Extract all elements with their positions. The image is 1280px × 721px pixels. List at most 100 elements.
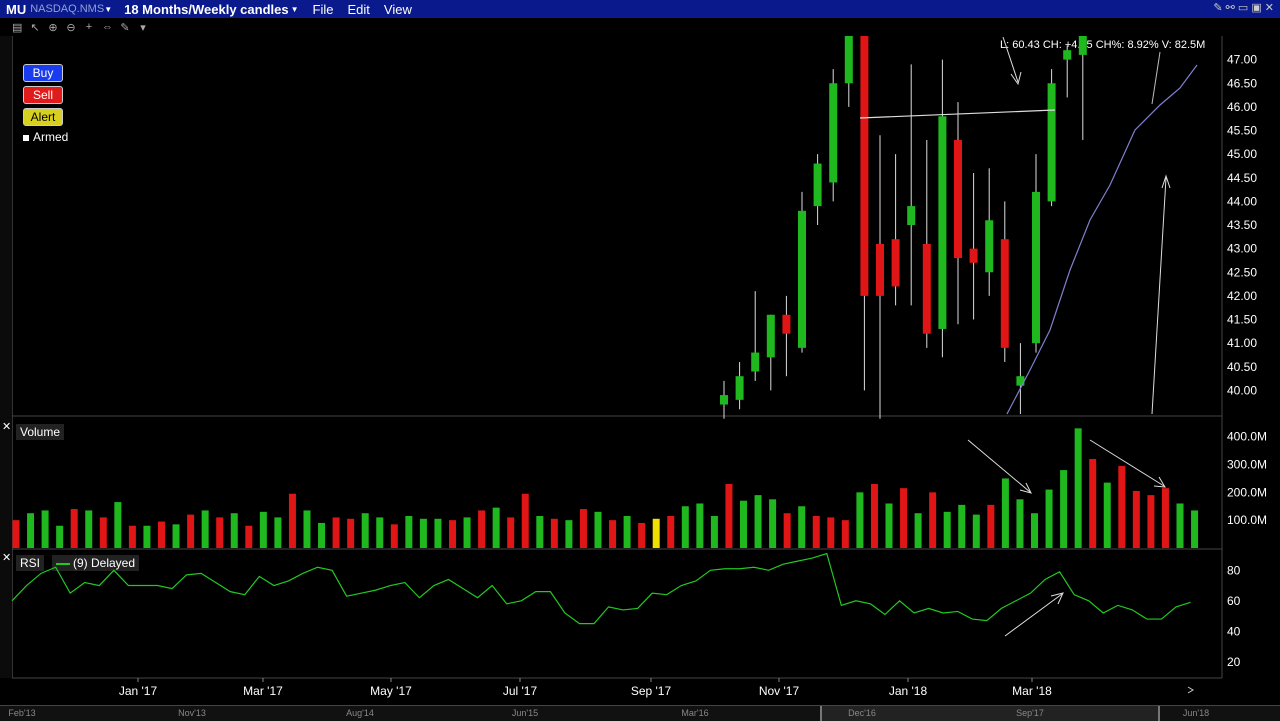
candle-body — [1032, 191, 1040, 344]
volume-bar — [681, 506, 689, 548]
price-tick-label: 45.50 — [1227, 124, 1257, 138]
candle-body — [891, 239, 900, 287]
candle-body — [985, 220, 994, 273]
x-tick-label: Mar '18 — [1012, 684, 1052, 698]
price-tick-label: 41.00 — [1227, 336, 1257, 350]
volume-bar — [449, 520, 456, 548]
volume-bar — [216, 517, 224, 548]
navigator-tick-label: Feb'13 — [8, 708, 36, 718]
candle-body — [938, 116, 947, 329]
navigator-bar[interactable]: Feb'13 Nov'13 Aug'14 Jun'15 Mar'16 Dec'16 Sep'… — [0, 705, 1280, 721]
volume-bar — [143, 525, 151, 548]
volume-bar — [288, 493, 296, 548]
volume-bar — [725, 484, 733, 548]
candle-body — [829, 83, 838, 183]
volume-bar — [1176, 503, 1184, 548]
volume-bar — [943, 511, 951, 548]
volume-bar — [754, 495, 762, 548]
volume-bar — [478, 510, 486, 548]
volume-bar — [303, 510, 311, 548]
candle-body — [876, 243, 884, 296]
volume-bar — [1132, 490, 1140, 548]
volume-bar — [230, 513, 238, 548]
candle-body — [1000, 239, 1009, 348]
price-tick-label: 44.00 — [1227, 194, 1257, 208]
volume-bar — [1103, 482, 1111, 548]
volume-bar — [870, 484, 878, 548]
volume-bar — [1118, 465, 1126, 548]
volume-bar — [114, 502, 122, 548]
price-tick-label: 42.00 — [1227, 289, 1257, 303]
volume-bar — [463, 517, 471, 548]
volume-bar — [609, 520, 617, 548]
volume-bar — [900, 488, 908, 548]
volume-bar — [187, 514, 195, 548]
annotation-arrow — [1151, 177, 1167, 415]
candle-body — [969, 248, 978, 263]
annotation-arrow — [1089, 439, 1165, 487]
volume-bar — [492, 507, 500, 548]
volume-bar — [1001, 478, 1009, 548]
volume-bar — [594, 511, 602, 548]
volume-bar — [579, 509, 587, 548]
candle-body — [1063, 50, 1072, 60]
price-tick-label: 42.50 — [1227, 265, 1257, 279]
candle-body — [1047, 83, 1056, 202]
volume-bar — [827, 517, 835, 548]
price-tick-label: 46.00 — [1227, 100, 1257, 114]
navigator-tick-label: Sep'17 — [1016, 708, 1044, 718]
navigator-tick-label: Nov'13 — [178, 708, 206, 718]
navigator-tick-label: Jun'15 — [511, 708, 539, 718]
volume-bar — [390, 524, 398, 548]
price-tick-label: 45.00 — [1227, 147, 1257, 161]
price-tick-label: 40.50 — [1227, 360, 1257, 374]
candle-body — [751, 352, 760, 372]
volume-bar — [623, 516, 631, 548]
annotation-arrow — [1002, 36, 1019, 83]
volume-bar — [376, 517, 384, 548]
x-tick-label: May '17 — [370, 684, 412, 698]
volume-bar — [856, 492, 864, 548]
volume-tick-label: 300.0M — [1227, 458, 1267, 472]
candle-body — [1078, 36, 1087, 55]
x-scroll-icon — [1187, 686, 1194, 694]
volume-bar — [638, 522, 646, 548]
volume-bar — [667, 516, 675, 548]
volume-bar — [332, 517, 340, 548]
x-tick-label: Sep '17 — [631, 684, 672, 698]
volume-bar — [972, 514, 980, 548]
volume-bar — [1191, 510, 1199, 548]
volume-bar — [1031, 513, 1038, 548]
volume-bar — [201, 510, 209, 548]
volume-bar — [885, 503, 893, 548]
candle-body — [720, 395, 728, 405]
volume-bar — [914, 513, 922, 548]
x-tick-label: Jan '18 — [889, 684, 928, 698]
volume-bar — [521, 493, 529, 548]
candle-body — [813, 163, 822, 207]
volume-bar — [85, 510, 93, 548]
volume-tick-label: 400.0M — [1227, 430, 1267, 444]
candle-body — [798, 210, 806, 348]
x-tick-label: Jul '17 — [503, 684, 538, 698]
annotation-arrowhead — [1010, 71, 1022, 86]
chart-svg[interactable]: 47.00 46.50 46.00 45.50 45.00 44.50 44.00 43.50… — [0, 0, 1280, 705]
volume-bar — [361, 513, 369, 548]
navigator-tick-label: Jun'18 — [1182, 708, 1210, 718]
volume-bar — [958, 504, 966, 548]
rsi-line — [11, 552, 1191, 625]
volume-bar — [172, 524, 180, 548]
candle-body — [766, 314, 775, 358]
x-tick-label: Mar '17 — [243, 684, 283, 698]
candle-body — [922, 243, 931, 334]
volume-bar — [347, 518, 355, 548]
volume-tick-label: 200.0M — [1227, 485, 1267, 499]
volume-bar — [56, 525, 64, 548]
volume-bar — [652, 518, 660, 548]
volume-bar — [70, 509, 78, 548]
price-tick-label: 41.50 — [1227, 313, 1257, 327]
x-tick-label: Nov '17 — [759, 684, 800, 698]
volume-bar — [245, 525, 253, 548]
candle-body — [844, 36, 853, 84]
price-tick-label: 47.00 — [1227, 53, 1257, 67]
